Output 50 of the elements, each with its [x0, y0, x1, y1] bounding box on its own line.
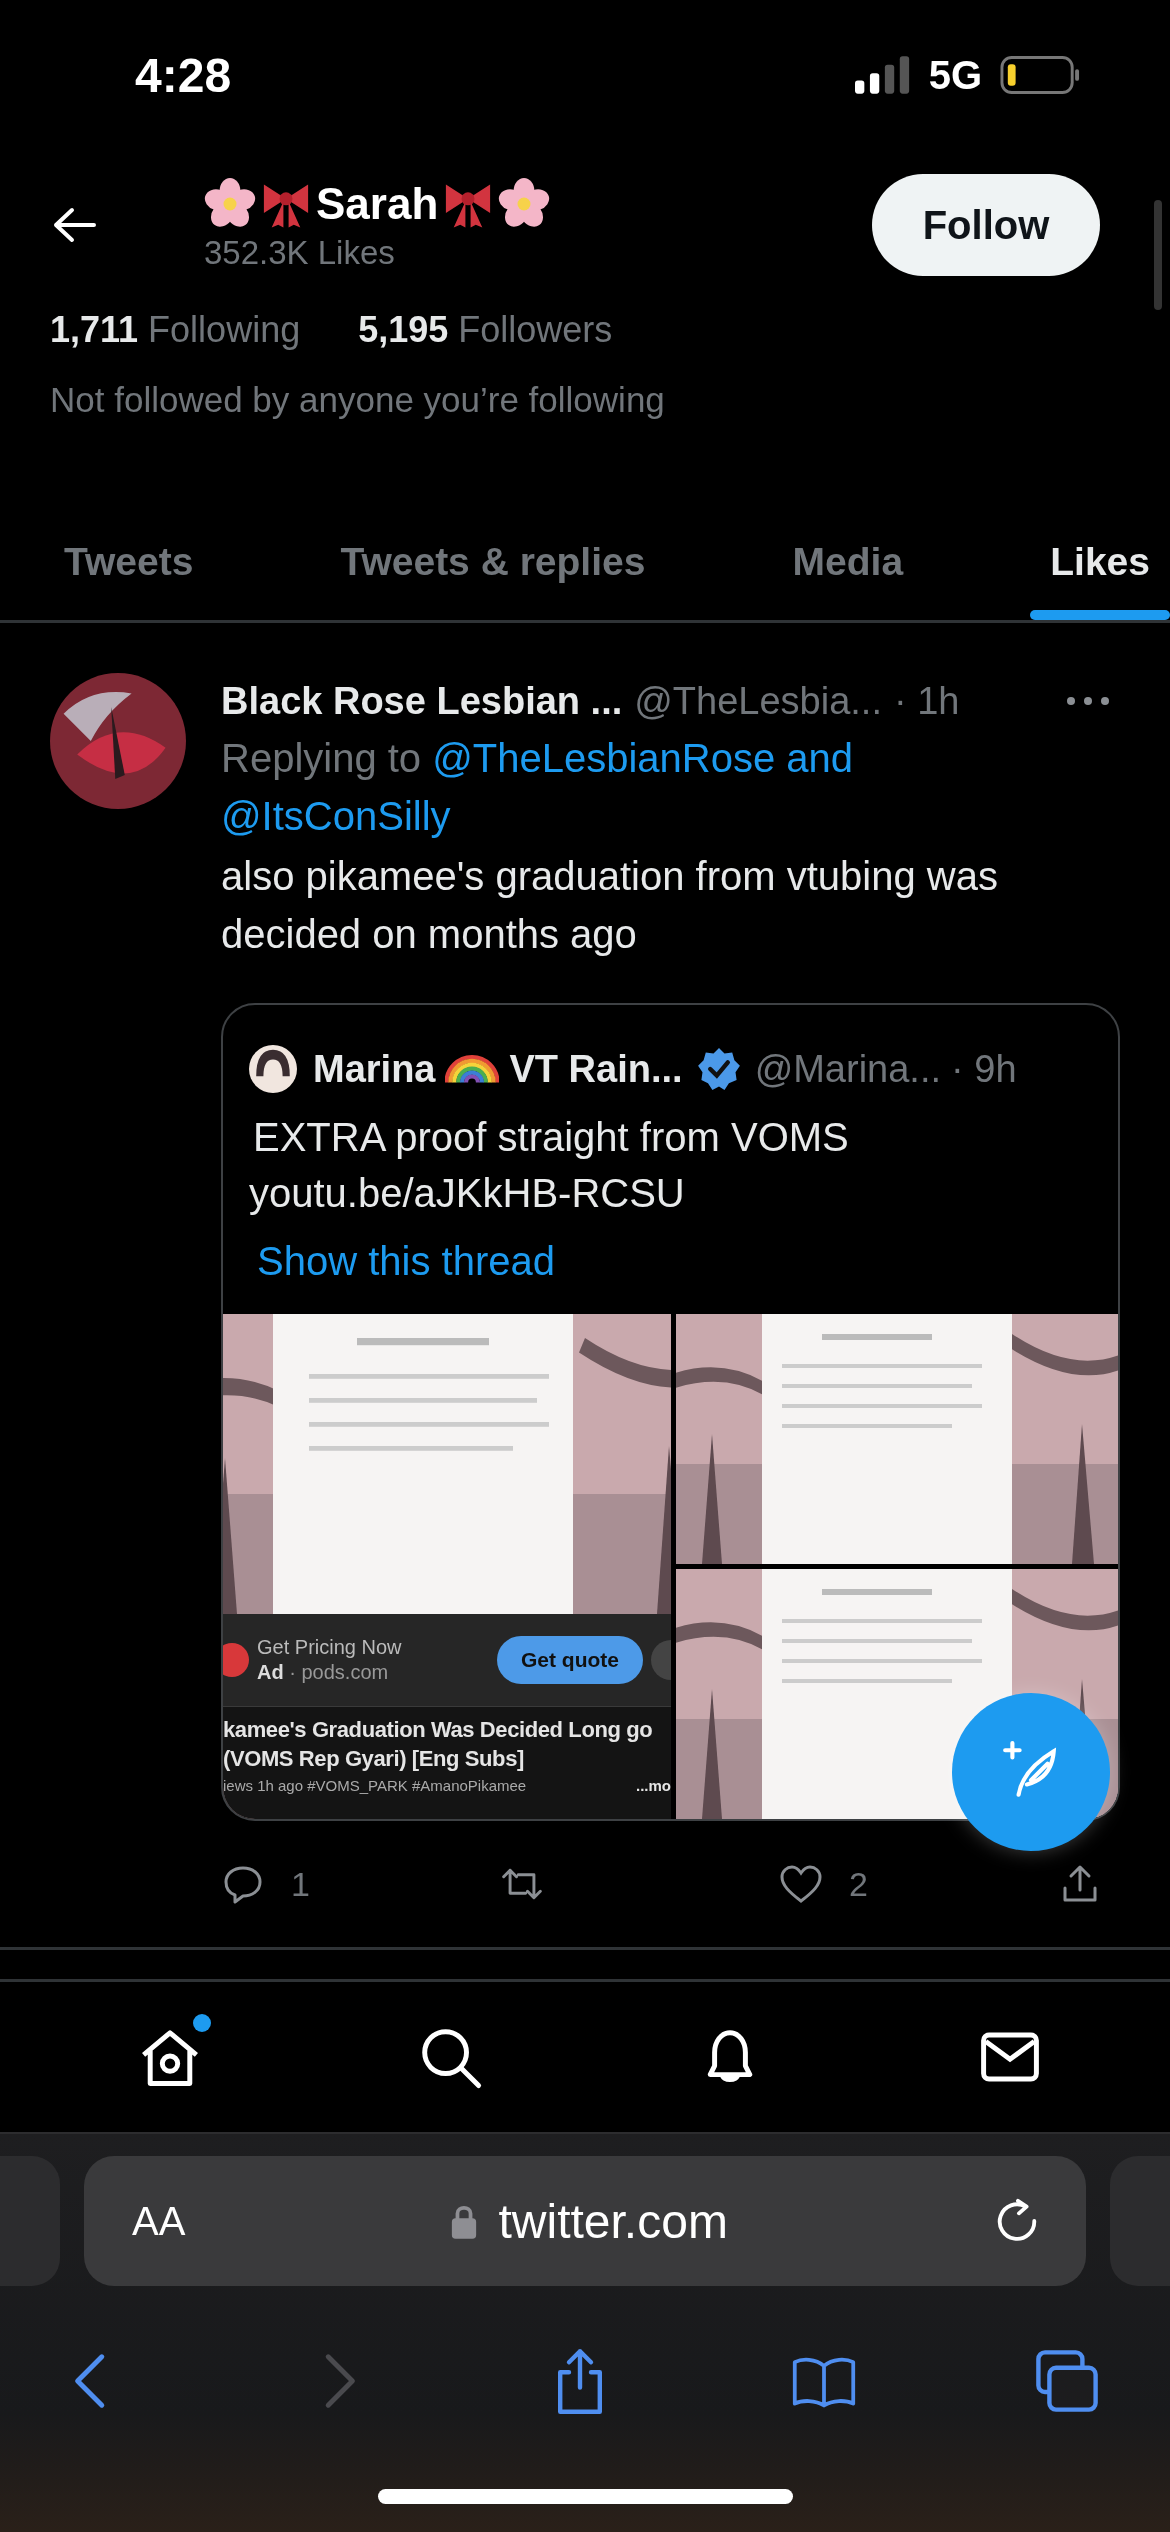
- following-link[interactable]: 1,711 Following: [50, 309, 301, 351]
- network-label: 5G: [928, 52, 982, 98]
- tabs-icon[interactable]: [1034, 2348, 1100, 2414]
- url-text: twitter.com: [498, 2193, 728, 2249]
- back-arrow-icon[interactable]: [52, 207, 96, 243]
- quote-handle: @Marina...: [754, 1047, 942, 1091]
- text-size-button[interactable]: AA: [132, 2198, 186, 2244]
- more-icon[interactable]: [1066, 696, 1110, 706]
- get-quote-button: Get quote: [497, 1636, 643, 1684]
- quote-author-name[interactable]: Marina: [313, 1047, 436, 1091]
- reply-count: 1: [291, 1864, 310, 1904]
- mention-link[interactable]: @ItsConSilly: [221, 787, 451, 845]
- quote-author-suffix[interactable]: VT Rain...: [509, 1047, 683, 1091]
- video-meta: iews 1h ago #VOMS_PARK #AmanoPikamee: [223, 1777, 527, 1794]
- replying-label: Replying to: [221, 735, 422, 782]
- tweet-text: also pikamee's graduation from vtubing was decided on months ago: [221, 853, 999, 958]
- profile-tab[interactable]: Media: [772, 520, 924, 620]
- profile-tab[interactable]: Tweets: [44, 520, 214, 620]
- author-name[interactable]: Black Rose Lesbian ...: [221, 679, 623, 723]
- status-time: 4:28: [135, 47, 232, 103]
- quote-time: · 9h: [951, 1047, 1017, 1091]
- follow-button[interactable]: Follow: [872, 174, 1100, 276]
- ad-label: Ad: [257, 1661, 284, 1683]
- address-bar[interactable]: AA twitter.com: [84, 2156, 1086, 2286]
- tweet-time: · 1h: [894, 679, 960, 723]
- profile-name: Sarah: [316, 179, 439, 229]
- more-link: ...mo: [636, 1777, 671, 1794]
- quoted-tweet[interactable]: [221, 1003, 1120, 1821]
- followers-link[interactable]: 5,195 Followers: [358, 309, 613, 351]
- quote-link[interactable]: youtu.be/aJKkHB-RCSU: [249, 1165, 1092, 1221]
- ad-title: Get Pricing Now: [257, 1636, 403, 1659]
- show-thread-link[interactable]: Show this thread: [257, 1239, 1084, 1284]
- followers-note: Not followed by anyone you’re following: [50, 380, 666, 420]
- signal-icon: [854, 56, 911, 94]
- video-title: kamee's Graduation Was Decided Long go (VOMS Rep Gyari) [Eng Subs]: [223, 1716, 654, 1773]
- avatar-icon: [249, 1045, 297, 1093]
- battery-icon: [1000, 55, 1080, 95]
- profile-tab[interactable]: Likes: [1030, 520, 1170, 620]
- heart-icon[interactable]: [779, 1864, 823, 1904]
- profile-tab[interactable]: Tweets & replies: [320, 520, 666, 620]
- flower-icon: [498, 178, 551, 230]
- likes-count: 352.3K Likes: [204, 234, 396, 272]
- flower-icon: [204, 178, 256, 230]
- like-count: 2: [849, 1864, 868, 1904]
- quote-text: EXTRA proof straight from VOMS: [253, 1114, 850, 1161]
- author-handle: @TheLesbia...: [634, 679, 882, 723]
- advertiser-logo-icon: [223, 1640, 249, 1680]
- mention-link[interactable]: @TheLesbianRose and: [432, 729, 853, 787]
- rainbow-icon: [445, 1054, 500, 1084]
- ad-domain: · pods.com: [289, 1661, 389, 1683]
